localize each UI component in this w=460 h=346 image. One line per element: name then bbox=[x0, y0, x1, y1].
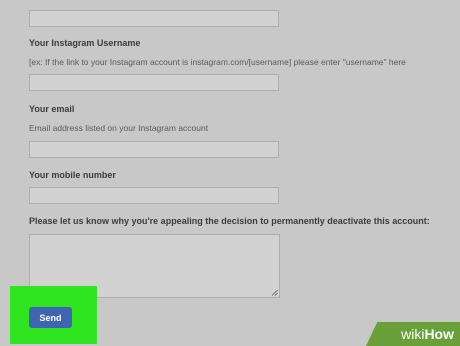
previous-field-input[interactable] bbox=[29, 10, 279, 27]
mobile-input[interactable] bbox=[29, 187, 279, 204]
email-hint: Email address listed on your Instagram a… bbox=[29, 123, 209, 133]
username-label: Your Instagram Username bbox=[29, 38, 141, 48]
username-hint: [ex: If the link to your Instagram accou… bbox=[29, 57, 406, 67]
appeal-reason-label: Please let us know why you're appealing … bbox=[29, 216, 430, 226]
send-button[interactable]: Send bbox=[29, 307, 72, 328]
email-label: Your email bbox=[29, 104, 75, 114]
email-input[interactable] bbox=[29, 141, 279, 158]
resize-grip-icon[interactable] bbox=[271, 289, 278, 296]
watermark-wiki-text: wiki bbox=[401, 326, 425, 342]
mobile-label: Your mobile number bbox=[29, 170, 116, 180]
username-input[interactable] bbox=[29, 74, 279, 91]
wikihow-watermark: wiki How bbox=[366, 322, 460, 346]
watermark-how-text: How bbox=[424, 326, 454, 342]
